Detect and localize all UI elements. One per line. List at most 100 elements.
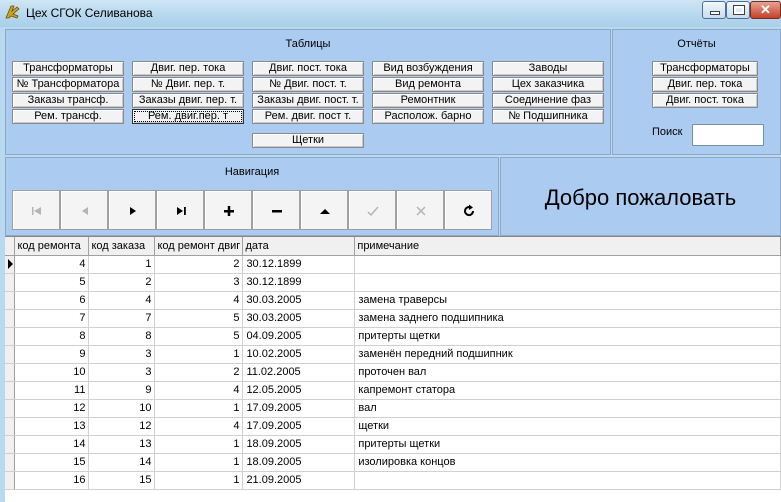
cell-repair-code[interactable]: 5 <box>14 273 90 292</box>
table-button-brushes[interactable]: Щетки <box>252 133 364 148</box>
nav-first-button[interactable] <box>12 190 60 230</box>
cell-motor-repair-code[interactable]: 1 <box>154 471 244 490</box>
table-row[interactable]: 8 8 5 04.09.2005 притерты щетки <box>5 327 781 346</box>
cell-date[interactable]: 30.12.1899 <box>242 255 356 274</box>
cell-repair-code[interactable]: 11 <box>14 381 90 400</box>
table-button-dc-motors[interactable]: Двиг. пост. тока <box>252 61 364 76</box>
cell-note[interactable]: притерты щетки <box>354 327 781 346</box>
cell-repair-code[interactable]: 16 <box>14 471 90 490</box>
cell-date[interactable]: 17.09.2005 <box>242 399 356 418</box>
cell-order-code[interactable]: 3 <box>88 345 156 364</box>
row-indicator[interactable] <box>5 471 16 490</box>
cell-order-code[interactable]: 9 <box>88 381 156 400</box>
table-row[interactable]: 13 12 4 17.09.2005 щетки <box>5 417 781 436</box>
table-button-ac-motor-repairs[interactable]: Рем. двиг.пер. т <box>132 109 244 124</box>
cell-motor-repair-code[interactable]: 2 <box>154 363 244 382</box>
cell-repair-code[interactable]: 14 <box>14 435 90 454</box>
column-header-order-code[interactable]: код заказа <box>88 237 156 256</box>
cell-repair-code[interactable]: 10 <box>14 363 90 382</box>
nav-edit-button[interactable] <box>300 190 348 230</box>
table-row[interactable]: 5 2 3 30.12.1899 <box>5 273 781 292</box>
cell-order-code[interactable]: 2 <box>88 273 156 292</box>
cell-motor-repair-code[interactable]: 1 <box>154 435 244 454</box>
table-row[interactable]: 7 7 5 30.03.2005 замена заднего подшипника <box>5 309 781 328</box>
cell-date[interactable]: 18.09.2005 <box>242 435 356 454</box>
cell-note[interactable] <box>354 471 781 490</box>
table-row[interactable]: 4 1 2 30.12.1899 <box>5 255 781 274</box>
nav-refresh-button[interactable] <box>444 190 492 230</box>
nav-last-button[interactable] <box>156 190 204 230</box>
cell-motor-repair-code[interactable]: 5 <box>154 309 244 328</box>
report-button-ac-motors[interactable]: Двиг. пер. тока <box>652 77 758 92</box>
table-row[interactable]: 14 13 1 18.09.2005 притерты щетки <box>5 435 781 454</box>
column-header-motor-repair-code[interactable]: код ремонт двиг <box>154 237 244 256</box>
row-indicator[interactable] <box>5 381 16 400</box>
table-button-ac-motor-orders[interactable]: Заказы двиг. пер. т. <box>132 93 244 108</box>
table-button-transformer-number[interactable]: № Трансформатора <box>12 77 124 92</box>
cell-motor-repair-code[interactable]: 1 <box>154 345 244 364</box>
table-button-repairman[interactable]: Ремонтник <box>372 93 484 108</box>
table-button-factories[interactable]: Заводы <box>492 61 604 76</box>
cell-repair-code[interactable]: 4 <box>14 255 90 274</box>
cell-note[interactable]: притерты щетки <box>354 435 781 454</box>
cell-note[interactable]: капремонт статора <box>354 381 781 400</box>
row-indicator[interactable] <box>5 345 16 364</box>
table-row[interactable]: 12 10 1 17.09.2005 вал <box>5 399 781 418</box>
cell-note[interactable]: проточен вал <box>354 363 781 382</box>
cell-note[interactable]: вал <box>354 399 781 418</box>
row-indicator[interactable] <box>5 255 16 274</box>
table-button-terminal-box-location[interactable]: Располож. барно <box>372 109 484 124</box>
table-row[interactable]: 16 15 1 21.09.2005 <box>5 471 781 490</box>
cell-order-code[interactable]: 4 <box>88 291 156 310</box>
cell-order-code[interactable]: 7 <box>88 309 156 328</box>
cell-motor-repair-code[interactable]: 3 <box>154 273 244 292</box>
column-header-date[interactable]: дата <box>242 237 356 256</box>
cell-motor-repair-code[interactable]: 5 <box>154 327 244 346</box>
nav-post-button[interactable] <box>348 190 396 230</box>
table-button-transformer-orders[interactable]: Заказы трансф. <box>12 93 124 108</box>
table-button-bearing-number[interactable]: № Подшипника <box>492 109 604 124</box>
cell-repair-code[interactable]: 13 <box>14 417 90 436</box>
cell-note[interactable]: замена заднего подшипника <box>354 309 781 328</box>
table-button-ac-motors[interactable]: Двиг. пер. тока <box>132 61 244 76</box>
cell-note[interactable]: изолировка концов <box>354 453 781 472</box>
cell-date[interactable]: 04.09.2005 <box>242 327 356 346</box>
cell-date[interactable]: 11.02.2005 <box>242 363 356 382</box>
cell-repair-code[interactable]: 6 <box>14 291 90 310</box>
nav-next-button[interactable] <box>108 190 156 230</box>
cell-date[interactable]: 18.09.2005 <box>242 453 356 472</box>
cell-note[interactable] <box>354 255 781 274</box>
table-row[interactable]: 10 3 2 11.02.2005 проточен вал <box>5 363 781 382</box>
table-button-repair-type[interactable]: Вид ремонта <box>372 77 484 92</box>
table-row[interactable]: 6 4 4 30.03.2005 замена траверсы <box>5 291 781 310</box>
cell-date[interactable]: 30.12.1899 <box>242 273 356 292</box>
cell-date[interactable]: 30.03.2005 <box>242 309 356 328</box>
cell-date[interactable]: 17.09.2005 <box>242 417 356 436</box>
cell-motor-repair-code[interactable]: 4 <box>154 417 244 436</box>
cell-note[interactable]: заменён передний подшипник <box>354 345 781 364</box>
row-indicator[interactable] <box>5 291 16 310</box>
cell-date[interactable]: 10.02.2005 <box>242 345 356 364</box>
minimize-button[interactable] <box>702 1 726 19</box>
cell-motor-repair-code[interactable]: 1 <box>154 453 244 472</box>
table-button-dc-motor-orders[interactable]: Заказы двиг. пост. т. <box>252 93 364 108</box>
row-indicator[interactable] <box>5 417 16 436</box>
nav-prior-button[interactable] <box>60 190 108 230</box>
row-indicator[interactable] <box>5 309 16 328</box>
table-button-phase-connection[interactable]: Соединение фаз <box>492 93 604 108</box>
cell-motor-repair-code[interactable]: 4 <box>154 291 244 310</box>
table-button-customer-shop[interactable]: Цех заказчика <box>492 77 604 92</box>
row-indicator[interactable] <box>5 273 16 292</box>
column-header-note[interactable]: примечание <box>354 237 781 256</box>
cell-repair-code[interactable]: 15 <box>14 453 90 472</box>
table-row[interactable]: 9 3 1 10.02.2005 заменён передний подшипник <box>5 345 781 364</box>
cell-repair-code[interactable]: 12 <box>14 399 90 418</box>
cell-note[interactable]: щетки <box>354 417 781 436</box>
repairs-data-grid[interactable]: код ремонта код заказа код ремонт двиг д… <box>5 236 781 502</box>
table-button-dc-motor-number[interactable]: № Двиг. пост. т. <box>252 77 364 92</box>
column-header-repair-code[interactable]: код ремонта <box>14 237 90 256</box>
cell-repair-code[interactable]: 7 <box>14 309 90 328</box>
nav-insert-button[interactable] <box>204 190 252 230</box>
cell-order-code[interactable]: 8 <box>88 327 156 346</box>
nav-cancel-button[interactable] <box>396 190 444 230</box>
